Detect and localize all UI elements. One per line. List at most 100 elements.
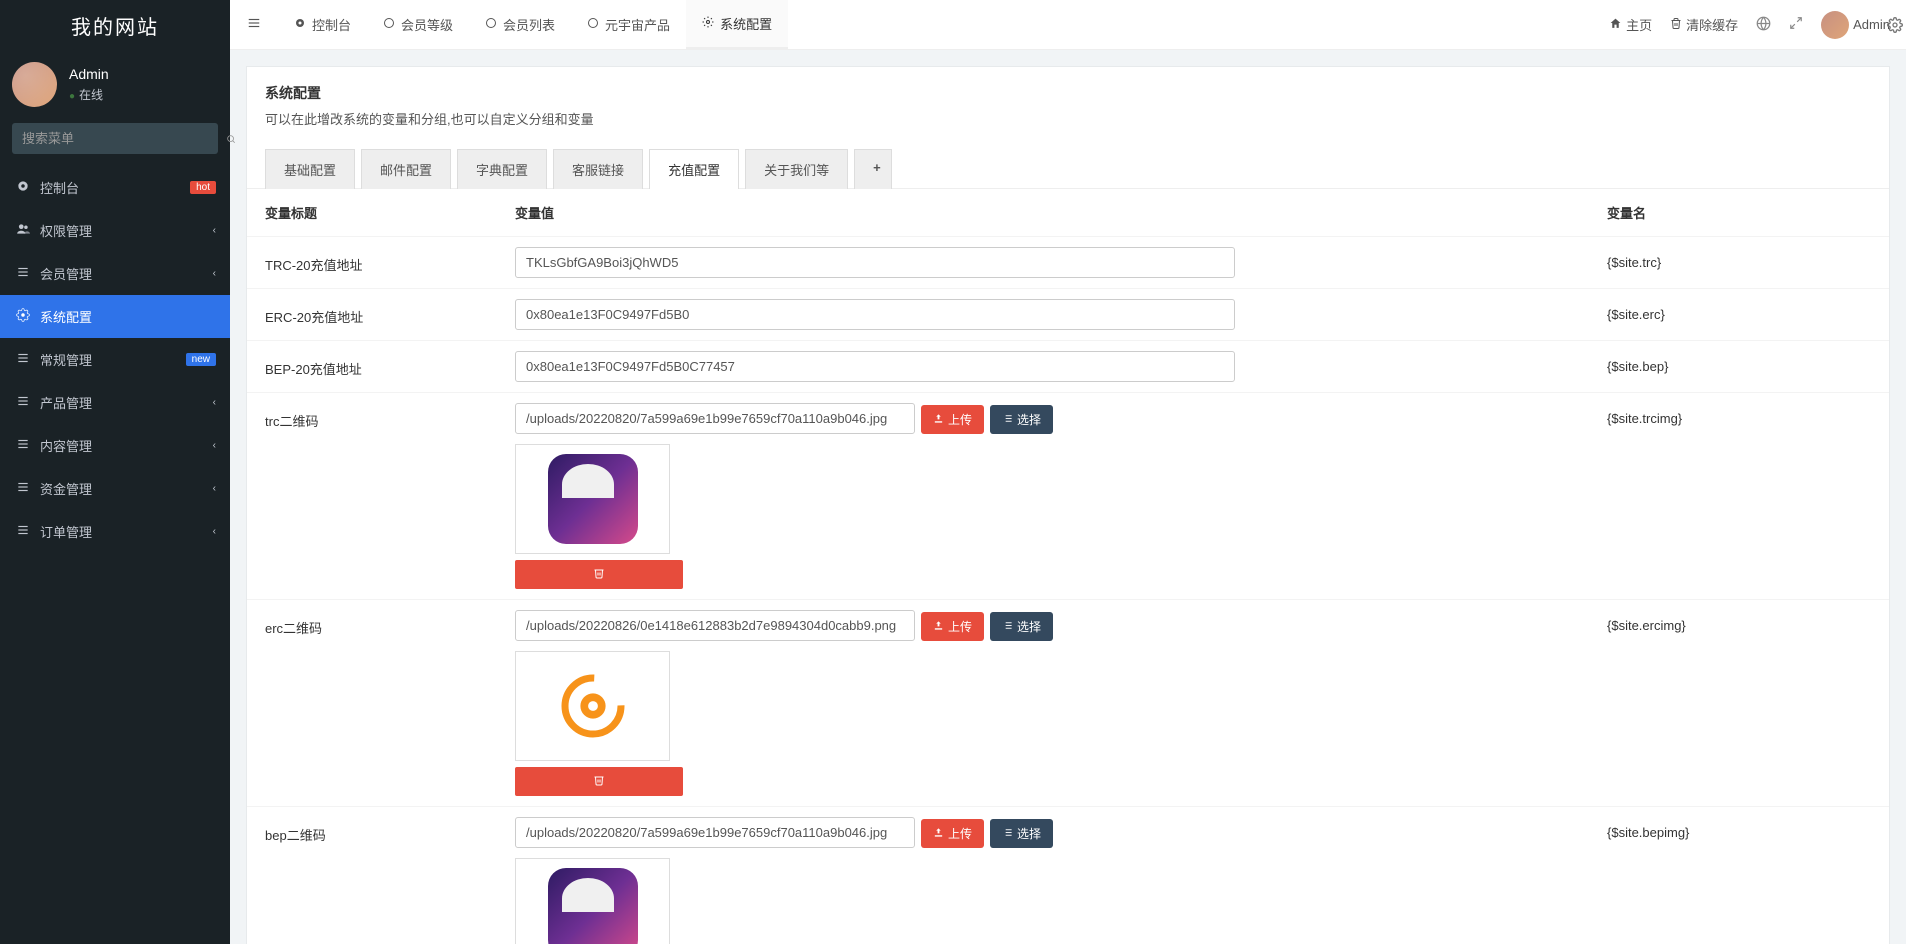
chevron-left-icon: ‹ <box>213 483 216 494</box>
panel-desc: 可以在此增改系统的变量和分组,也可以自定义分组和变量 <box>265 109 1871 128</box>
menu-item-label: 内容管理 <box>40 436 213 455</box>
hamburger-icon[interactable] <box>246 16 262 33</box>
home-link[interactable]: 主页 <box>1609 15 1652 34</box>
config-subtab[interactable]: 客服链接 <box>553 149 643 189</box>
config-subtab[interactable]: 充值配置 <box>649 149 739 189</box>
top-tab[interactable]: 会员等级 <box>367 0 469 49</box>
top-tab[interactable]: 系统配置 <box>686 0 788 49</box>
row-value <box>497 237 1589 289</box>
config-subtab[interactable]: 关于我们等 <box>745 149 848 189</box>
menu-item-label: 订单管理 <box>40 522 213 541</box>
choose-button[interactable]: 选择 <box>990 405 1053 434</box>
top-tab[interactable]: 控制台 <box>278 0 367 49</box>
tab-label: 会员列表 <box>503 15 555 34</box>
value-input[interactable] <box>515 299 1235 330</box>
row-value: 上传选择 <box>497 807 1589 944</box>
sidebar-item[interactable]: 权限管理‹ <box>0 209 230 252</box>
user-panel: Admin 在线 <box>0 50 230 119</box>
delete-image-button[interactable] <box>515 767 683 796</box>
upload-icon <box>933 413 944 427</box>
preview <box>515 651 1571 796</box>
config-row: BEP-20充值地址 {$site.bep} <box>247 341 1889 393</box>
config-subtab[interactable]: 字典配置 <box>457 149 547 189</box>
main: 控制台会员等级 会员列表 元宇宙产品系统配置 主页 清除缓存 <box>230 0 1906 944</box>
tab-label: 元宇宙产品 <box>605 15 670 34</box>
choose-button[interactable]: 选择 <box>990 612 1053 641</box>
list-icon <box>1002 827 1013 841</box>
sidebar-item[interactable]: 产品管理‹ <box>0 381 230 424</box>
menu-search-input[interactable] <box>12 123 208 154</box>
value-input[interactable] <box>515 351 1235 382</box>
preview-thumbnail[interactable] <box>515 444 670 554</box>
row-value: 上传选择 <box>497 393 1589 600</box>
preview <box>515 444 1571 589</box>
delete-image-button[interactable] <box>515 560 683 589</box>
config-subtab[interactable]: 邮件配置 <box>361 149 451 189</box>
value-input[interactable] <box>515 817 915 848</box>
menu-item-icon <box>14 179 32 196</box>
sidebar-item[interactable]: 系统配置 <box>0 295 230 338</box>
upload-button[interactable]: 上传 <box>921 405 984 434</box>
sidebar-item[interactable]: 订单管理‹ <box>0 510 230 553</box>
sidebar-item[interactable]: 会员管理‹ <box>0 252 230 295</box>
preview-thumbnail[interactable] <box>515 858 670 944</box>
row-varname: {$site.trcimg} <box>1589 393 1889 600</box>
expand-icon[interactable] <box>1789 16 1803 33</box>
sidebar-item[interactable]: 控制台hot <box>0 166 230 209</box>
menu-item-icon <box>14 351 32 368</box>
choose-button[interactable]: 选择 <box>990 819 1053 848</box>
row-title: BEP-20充值地址 <box>247 341 497 393</box>
trash-icon <box>1670 17 1682 33</box>
sidebar-item[interactable]: 常规管理new <box>0 338 230 381</box>
upload-button[interactable]: 上传 <box>921 612 984 641</box>
topbar-user[interactable]: Admin <box>1821 11 1890 39</box>
row-varname: {$site.erc} <box>1589 289 1889 341</box>
menu-item-label: 会员管理 <box>40 264 213 283</box>
config-subtab[interactable]: 基础配置 <box>265 149 355 189</box>
top-tab[interactable]: 会员列表 <box>469 0 571 49</box>
chevron-left-icon: ‹ <box>213 397 216 408</box>
sidebar: 我的网站 Admin 在线 控制台hot权限管理‹会员管理‹系统配置常规管理ne… <box>0 0 230 944</box>
sidebar-menu: 控制台hot权限管理‹会员管理‹系统配置常规管理new产品管理‹内容管理‹资金管… <box>0 166 230 553</box>
config-table-body: TRC-20充值地址{$site.trc}ERC-20充值地址{$site.er… <box>247 237 1889 944</box>
value-input[interactable] <box>515 610 915 641</box>
brand-title: 我的网站 <box>0 0 230 50</box>
menu-item-label: 资金管理 <box>40 479 213 498</box>
top-tab[interactable]: 元宇宙产品 <box>571 0 686 49</box>
chevron-left-icon: ‹ <box>213 440 216 451</box>
tab-icon <box>587 17 599 32</box>
sidebar-item[interactable]: 内容管理‹ <box>0 424 230 467</box>
row-title: erc二维码 <box>247 600 497 807</box>
menu-item-icon <box>14 437 32 454</box>
row-varname: {$site.bep} <box>1589 341 1889 393</box>
menu-item-icon <box>14 222 32 239</box>
app-root: 我的网站 Admin 在线 控制台hot权限管理‹会员管理‹系统配置常规管理ne… <box>0 0 1906 944</box>
row-value <box>497 341 1589 393</box>
settings-gear-icon[interactable] <box>1884 0 1906 50</box>
value-input[interactable] <box>515 247 1235 278</box>
add-subtab-button[interactable]: + <box>854 149 892 189</box>
config-row: erc二维码上传选择{$site.ercimg} <box>247 600 1889 807</box>
user-avatar[interactable] <box>12 62 57 107</box>
menu-item-label: 权限管理 <box>40 221 213 240</box>
content: 系统配置 可以在此增改系统的变量和分组,也可以自定义分组和变量 基础配置邮件配置… <box>230 50 1906 944</box>
config-row: bep二维码上传选择{$site.bepimg} <box>247 807 1889 944</box>
config-row: TRC-20充值地址{$site.trc} <box>247 237 1889 289</box>
upload-button[interactable]: 上传 <box>921 819 984 848</box>
menu-item-label: 产品管理 <box>40 393 213 412</box>
preview-thumbnail[interactable] <box>515 651 670 761</box>
chevron-left-icon: ‹ <box>213 268 216 279</box>
avatar-small <box>1821 11 1849 39</box>
config-row: ERC-20充值地址{$site.erc} <box>247 289 1889 341</box>
language-icon[interactable] <box>1756 16 1771 34</box>
config-row: trc二维码上传选择{$site.trcimg} <box>247 393 1889 600</box>
upload-icon <box>933 620 944 634</box>
tab-icon <box>485 17 497 32</box>
row-value <box>497 289 1589 341</box>
upload-icon <box>933 827 944 841</box>
top-tabs: 控制台会员等级 会员列表 元宇宙产品系统配置 <box>278 0 788 49</box>
sidebar-item[interactable]: 资金管理‹ <box>0 467 230 510</box>
clear-cache-link[interactable]: 清除缓存 <box>1670 15 1738 34</box>
value-input[interactable] <box>515 403 915 434</box>
list-icon <box>1002 413 1013 427</box>
